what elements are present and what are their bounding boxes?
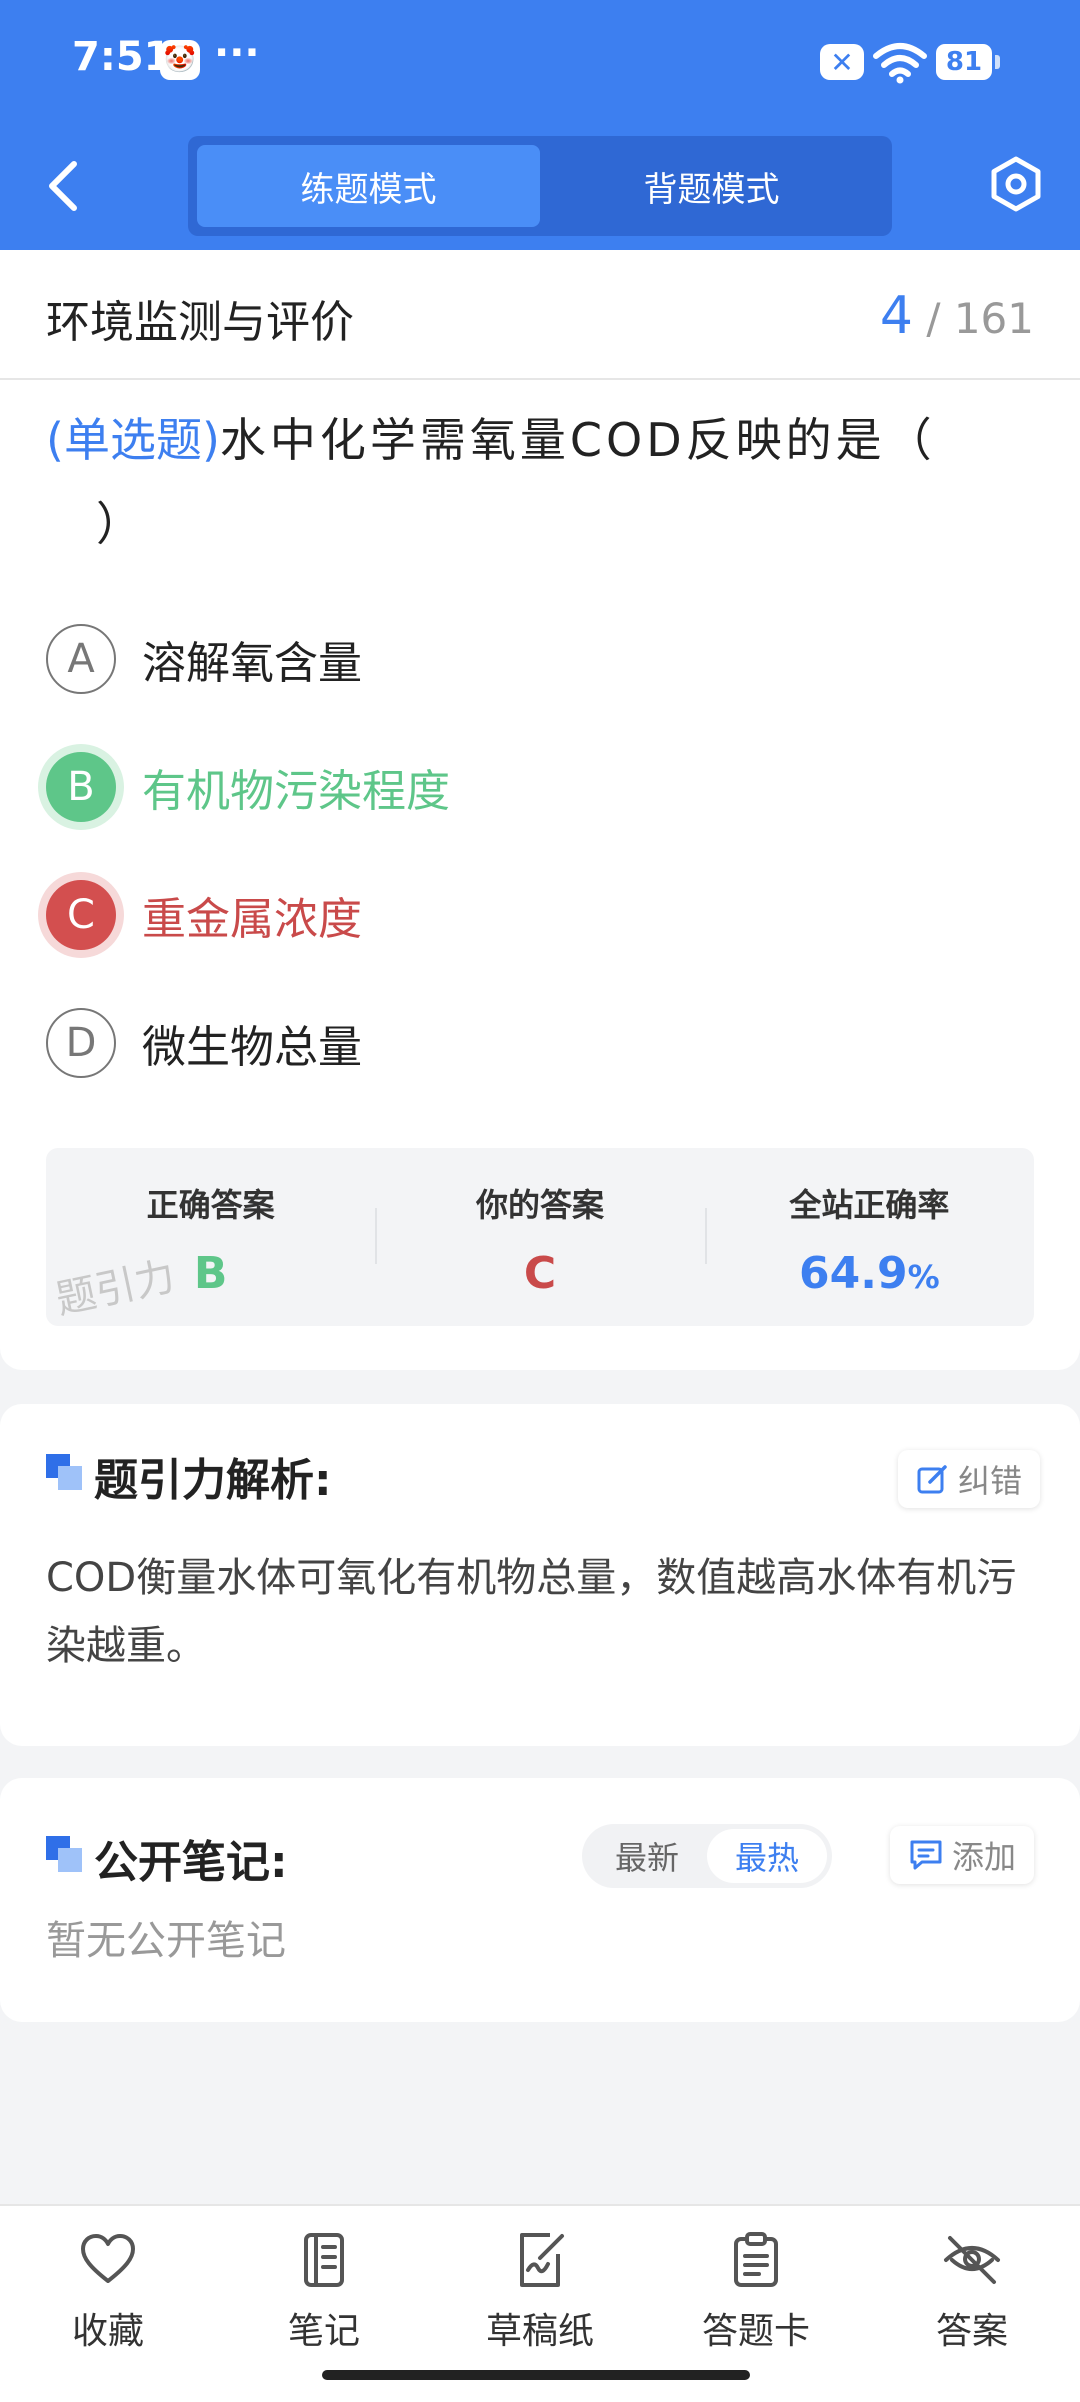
option-b-letter: B	[46, 752, 116, 822]
accuracy-rate-number: 64.9	[799, 1248, 908, 1299]
accuracy-rate-section: 全站正确率 64.9%	[704, 1148, 1034, 1326]
heart-icon	[81, 2234, 135, 2283]
notes-sort-toggle: 最新 最热	[582, 1824, 832, 1888]
eye-off-icon	[944, 2236, 1000, 2284]
clipboard-icon	[734, 2232, 778, 2287]
option-c-letter: C	[46, 880, 116, 950]
section-squares-icon	[46, 1454, 84, 1492]
nav-favorite[interactable]: 收藏	[0, 2206, 216, 2402]
option-b[interactable]: B 有机物污染程度	[46, 750, 450, 824]
option-d-letter: D	[46, 1008, 116, 1078]
your-answer-label: 你的答案	[475, 1186, 604, 1224]
subject-title: 环境监测与评价	[46, 297, 354, 348]
report-error-label: 纠错	[958, 1462, 1023, 1500]
question-stem: 水中化学需氧量COD反映的是（	[219, 413, 936, 467]
total-questions: / 161	[926, 294, 1034, 343]
option-b-text: 有机物污染程度	[142, 766, 450, 817]
option-d-text: 微生物总量	[142, 1022, 362, 1073]
comment-icon	[910, 1840, 942, 1870]
edit-icon	[917, 1465, 947, 1494]
accuracy-rate-unit: %	[907, 1258, 940, 1296]
divider	[0, 378, 1080, 380]
add-note-button[interactable]: 添加	[890, 1826, 1035, 1884]
sort-latest[interactable]: 最新	[587, 1829, 707, 1883]
analysis-title: 题引力解析:	[94, 1455, 332, 1506]
mode-switch: 练题模式 背题模式	[188, 136, 892, 236]
sort-hottest[interactable]: 最热	[707, 1829, 827, 1883]
section-squares-icon	[46, 1836, 84, 1874]
your-answer-section: 你的答案 C	[375, 1148, 704, 1326]
settings-icon[interactable]	[986, 154, 1046, 214]
more-notifications-icon: ···	[214, 30, 260, 76]
nav-answer[interactable]: 答案	[864, 2206, 1080, 2402]
status-time: 7:51	[72, 34, 172, 80]
notebook-icon	[304, 2233, 344, 2287]
analysis-text: COD衡量水体可氧化有机物总量，数值越高水体有机污染越重。	[46, 1555, 1017, 1669]
question-tail: ）	[96, 497, 146, 551]
nav-notes-label: 笔记	[287, 2311, 360, 2352]
option-c-text: 重金属浓度	[142, 894, 362, 945]
sim-status-icon: ✕	[820, 44, 864, 80]
option-a-text: 溶解氧含量	[142, 638, 362, 689]
question-text: (单选题)水中化学需氧量COD反映的是（ ）	[46, 398, 1036, 566]
report-error-button[interactable]: 纠错	[898, 1450, 1041, 1508]
question-progress: 4 / 161	[880, 286, 1034, 346]
analysis-card: 题引力解析: 纠错 COD衡量水体可氧化有机物总量，数值越高水体有机污染越重。	[0, 1404, 1080, 1746]
question-type: (单选题)	[46, 413, 220, 467]
notes-empty-text: 暂无公开笔记	[46, 1918, 286, 1964]
your-answer-value: C	[523, 1248, 557, 1299]
top-header: 7:51 🤡 ··· ✕ 81 练题模式 背题模式	[0, 0, 1080, 250]
option-a[interactable]: A 溶解氧含量	[46, 622, 362, 696]
draft-icon	[520, 2233, 564, 2287]
battery-icon: 81	[936, 44, 1000, 80]
nav-answer-sheet-label: 答题卡	[701, 2311, 810, 2352]
home-indicator[interactable]	[322, 2370, 750, 2380]
nav-draft-label: 草稿纸	[485, 2311, 594, 2352]
public-notes-card: 公开笔记: 最新 最热 添加 暂无公开笔记	[0, 1778, 1080, 2022]
app-notification-icon: 🤡	[160, 40, 200, 80]
back-arrow-icon[interactable]	[40, 158, 90, 214]
nav-favorite-label: 收藏	[71, 2311, 144, 2352]
option-c[interactable]: C 重金属浓度	[46, 878, 362, 952]
option-d[interactable]: D 微生物总量	[46, 1006, 362, 1080]
current-question-number: 4	[879, 286, 913, 346]
answer-result-panel: 正确答案 B 题引力 你的答案 C 全站正确率 64.9%	[46, 1148, 1034, 1326]
option-a-letter: A	[46, 624, 116, 694]
add-note-label: 添加	[952, 1838, 1017, 1876]
nav-answer-label: 答案	[935, 2311, 1008, 2352]
tab-memorize-mode[interactable]: 背题模式	[540, 145, 883, 227]
accuracy-rate-value: 64.9%	[705, 1248, 1034, 1299]
accuracy-rate-label: 全站正确率	[789, 1186, 950, 1224]
tab-practice-mode[interactable]: 练题模式	[197, 145, 540, 227]
correct-answer-section: 正确答案 B 题引力	[46, 1148, 375, 1326]
correct-answer-label: 正确答案	[146, 1186, 275, 1224]
question-card: 环境监测与评价 4 / 161 (单选题)水中化学需氧量COD反映的是（ ） A…	[0, 250, 1080, 1370]
wifi-icon	[873, 43, 927, 84]
notes-title: 公开笔记:	[94, 1837, 288, 1888]
